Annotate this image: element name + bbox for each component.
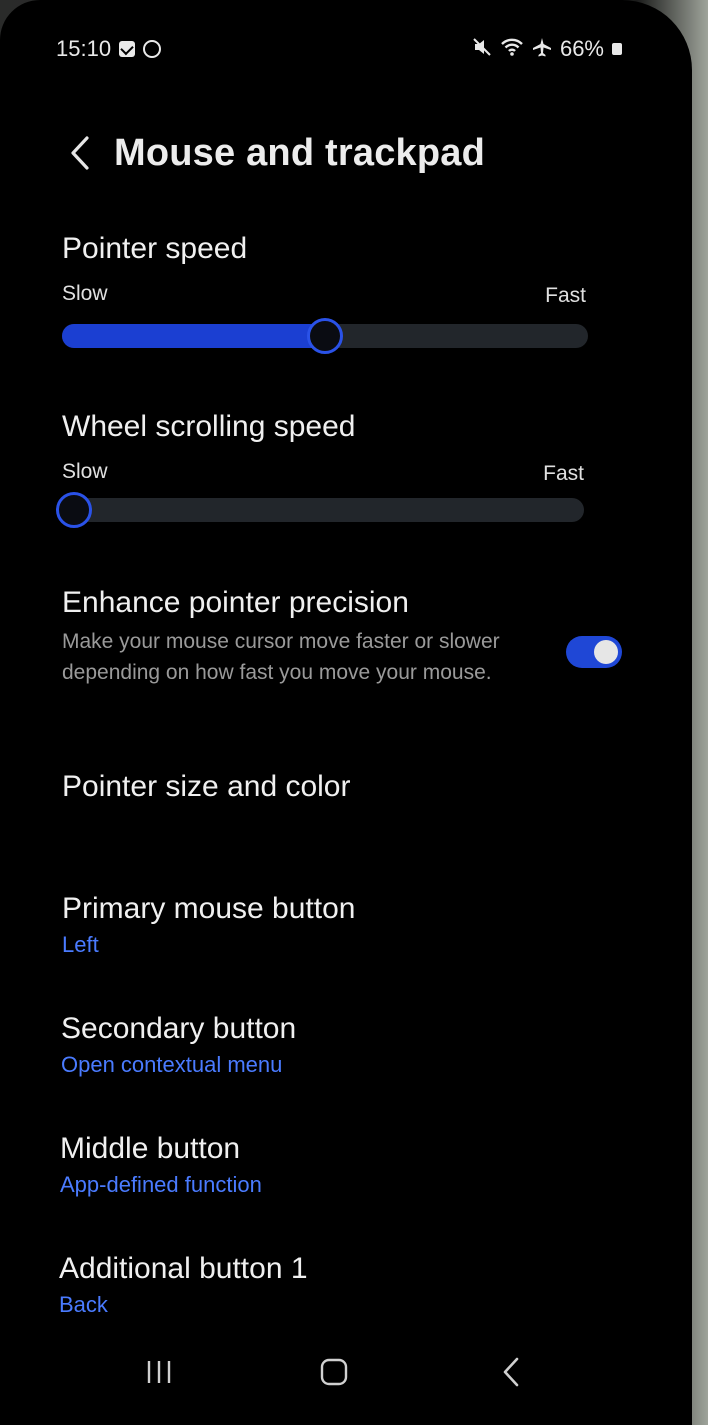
status-right: 66%: [472, 36, 622, 62]
chevron-left-icon: [71, 136, 89, 170]
nav-back-button[interactable]: [486, 1350, 536, 1394]
enhance-precision-description: Make your mouse cursor move faster or sl…: [62, 630, 500, 684]
pointer-size-row[interactable]: Pointer size and color: [62, 770, 622, 804]
wheel-speed-slider[interactable]: [56, 492, 584, 528]
ring-notification-icon: [143, 40, 162, 58]
status-bar: 15:10 66%: [56, 34, 622, 64]
status-time: 15:10: [56, 36, 112, 61]
primary-button-row[interactable]: Primary mouse button Left: [62, 892, 622, 958]
recents-button[interactable]: [134, 1350, 184, 1394]
enhance-precision-row[interactable]: Enhance pointer precision Make your mous…: [62, 586, 622, 688]
wifi-icon: [500, 37, 524, 61]
enhance-precision-title: Enhance pointer precision: [62, 586, 409, 619]
pointer-speed-slider-thumb[interactable]: [307, 318, 343, 354]
battery-icon: [612, 43, 622, 55]
pointer-speed-slider-fill: [62, 324, 325, 348]
pointer-speed-slow-label: Slow: [62, 282, 108, 305]
secondary-button-row[interactable]: Secondary button Open contextual menu: [61, 1012, 621, 1078]
primary-button-title: Primary mouse button: [62, 892, 356, 925]
phone-screen: 15:10 66% Mouse and trackpad Pointer spe…: [0, 0, 692, 1425]
pointer-speed-labels: Slow Fast: [62, 282, 622, 312]
pointer-speed-section: Pointer speed Slow Fast: [62, 232, 622, 354]
mute-icon: [472, 37, 492, 61]
navigation-bar: [0, 1340, 692, 1400]
wheel-speed-slow-label: Slow: [62, 460, 108, 483]
back-icon: [503, 1357, 519, 1387]
page-title: Mouse and trackpad: [114, 131, 486, 174]
secondary-button-value: Open contextual menu: [61, 1052, 283, 1077]
status-left: 15:10: [56, 36, 162, 62]
page-header: Mouse and trackpad: [60, 128, 485, 178]
pointer-speed-title: Pointer speed: [62, 232, 248, 265]
pointer-speed-slider[interactable]: [62, 318, 588, 354]
back-button[interactable]: [60, 128, 100, 178]
toggle-knob: [594, 640, 618, 664]
middle-button-row[interactable]: Middle button App-defined function: [60, 1132, 620, 1198]
secondary-button-title: Secondary button: [61, 1012, 297, 1045]
wheel-speed-fast-label: Fast: [543, 462, 584, 485]
pointer-speed-fast-label: Fast: [545, 284, 586, 307]
additional-button-1-value: Back: [59, 1292, 108, 1317]
middle-button-title: Middle button: [60, 1132, 241, 1165]
home-icon: [320, 1358, 348, 1386]
wheel-speed-title: Wheel scrolling speed: [62, 410, 356, 443]
recents-icon: [147, 1361, 171, 1383]
battery-percent: 66%: [559, 36, 604, 61]
pointer-size-title: Pointer size and color: [62, 770, 351, 803]
additional-button-1-title: Additional button 1: [59, 1252, 308, 1285]
home-button[interactable]: [309, 1350, 359, 1394]
enhance-precision-toggle[interactable]: [566, 636, 622, 668]
additional-button-1-row[interactable]: Additional button 1 Back: [59, 1252, 619, 1318]
wheel-speed-labels: Slow Fast: [62, 460, 622, 490]
primary-button-value: Left: [62, 932, 99, 957]
checkbox-notification-icon: [119, 41, 136, 57]
wheel-speed-slider-thumb[interactable]: [56, 492, 92, 528]
airplane-icon: [532, 37, 552, 61]
middle-button-value: App-defined function: [60, 1172, 262, 1197]
wheel-speed-section: Wheel scrolling speed Slow Fast: [56, 410, 622, 528]
